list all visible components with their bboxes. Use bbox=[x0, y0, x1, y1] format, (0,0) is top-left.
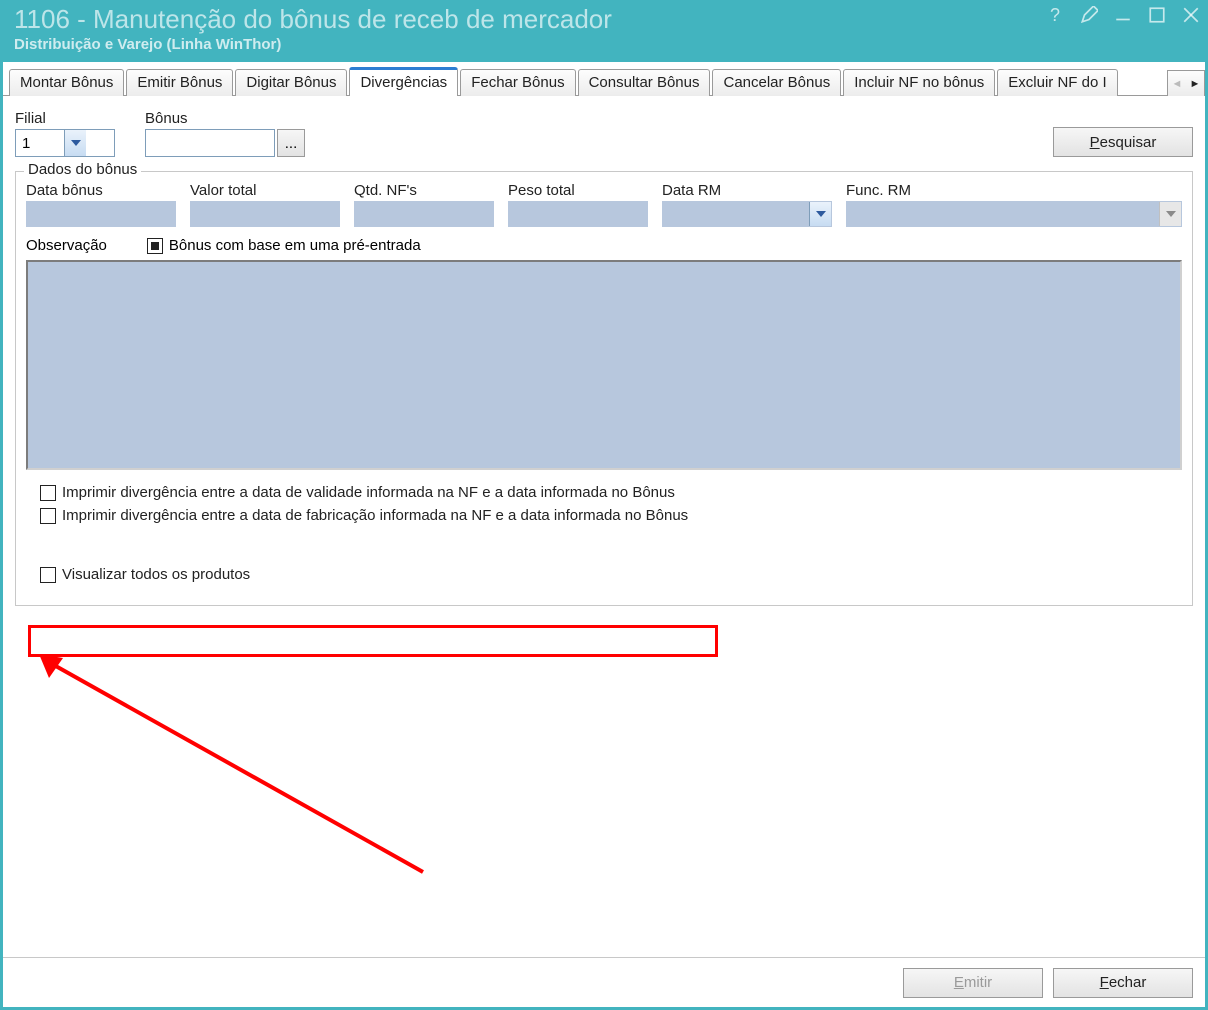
bonus-label: Bônus bbox=[145, 110, 315, 127]
pre-entrada-checkbox[interactable]: Bônus com base em uma pré-entrada bbox=[147, 237, 421, 254]
func-rm-label: Func. RM bbox=[846, 182, 1182, 199]
vis-todos-checkbox[interactable] bbox=[40, 567, 56, 583]
emitir-button[interactable]: Emitir bbox=[903, 968, 1043, 998]
data-rm-label: Data RM bbox=[662, 182, 832, 199]
tab-cancelar-bonus[interactable]: Cancelar Bônus bbox=[712, 69, 841, 96]
filial-label: Filial bbox=[15, 110, 115, 127]
annotation-highlight-box bbox=[28, 625, 718, 657]
tab-incluir-nf-bonus[interactable]: Incluir NF no bônus bbox=[843, 69, 995, 96]
valor-total-field bbox=[190, 201, 340, 227]
tab-montar-bonus[interactable]: Montar Bônus bbox=[9, 69, 124, 96]
valor-total-label: Valor total bbox=[190, 182, 340, 199]
data-bonus-label: Data bônus bbox=[26, 182, 176, 199]
tab-excluir-nf-bonus[interactable]: Excluir NF do I bbox=[997, 69, 1117, 96]
vis-todos-label: Visualizar todos os produtos bbox=[62, 566, 250, 583]
func-rm-combo[interactable] bbox=[846, 201, 1182, 227]
div-validade-label: Imprimir divergência entre a data de val… bbox=[62, 484, 675, 501]
titlebar: 1106 - Manutenção do bônus de receb de m… bbox=[0, 0, 1208, 62]
dados-bonus-group: Dados do bônus Data bônus Valor total Qt… bbox=[15, 171, 1193, 606]
data-rm-combo[interactable] bbox=[662, 201, 832, 227]
filial-dropdown-icon[interactable] bbox=[64, 130, 86, 156]
tab-emitir-bonus[interactable]: Emitir Bônus bbox=[126, 69, 233, 96]
bonus-input[interactable] bbox=[145, 129, 275, 157]
tab-divergencias[interactable]: Divergências bbox=[349, 67, 458, 96]
qtd-nfs-field bbox=[354, 201, 494, 227]
qtd-nfs-label: Qtd. NF's bbox=[354, 182, 494, 199]
peso-total-field bbox=[508, 201, 648, 227]
tab-scroll-left-icon[interactable]: ◄ bbox=[1168, 71, 1186, 96]
tab-fechar-bonus[interactable]: Fechar Bônus bbox=[460, 69, 575, 96]
tab-scroll: ◄ ► bbox=[1167, 70, 1205, 96]
minimize-icon[interactable] bbox=[1114, 6, 1132, 24]
pre-entrada-label: Bônus com base em uma pré-entrada bbox=[169, 237, 421, 254]
tab-digitar-bonus[interactable]: Digitar Bônus bbox=[235, 69, 347, 96]
div-fabricacao-label: Imprimir divergência entre a data de fab… bbox=[62, 507, 688, 524]
window-subtitle: Distribuição e Varejo (Linha WinThor) bbox=[14, 36, 1198, 53]
filial-input[interactable] bbox=[16, 130, 64, 156]
close-icon[interactable] bbox=[1182, 6, 1200, 24]
data-rm-dropdown-icon[interactable] bbox=[809, 202, 831, 226]
filial-combo[interactable] bbox=[15, 129, 115, 157]
tab-consultar-bonus[interactable]: Consultar Bônus bbox=[578, 69, 711, 96]
footer-bar: Emitir Fechar bbox=[3, 957, 1205, 1007]
observacao-textarea[interactable] bbox=[26, 260, 1182, 470]
pre-entrada-checkbox-icon bbox=[147, 238, 163, 254]
div-fabricacao-checkbox[interactable] bbox=[40, 508, 56, 524]
observacao-label: Observação bbox=[26, 237, 107, 254]
window-title: 1106 - Manutenção do bônus de receb de m… bbox=[14, 4, 1198, 34]
maximize-icon[interactable] bbox=[1148, 6, 1166, 24]
bonus-browse-button[interactable]: ... bbox=[277, 129, 305, 157]
data-bonus-field bbox=[26, 201, 176, 227]
tab-scroll-right-icon[interactable]: ► bbox=[1186, 71, 1204, 96]
fechar-button[interactable]: Fechar bbox=[1053, 968, 1193, 998]
annotation-arrow-icon bbox=[35, 654, 455, 894]
func-rm-dropdown-icon[interactable] bbox=[1159, 202, 1181, 226]
peso-total-label: Peso total bbox=[508, 182, 648, 199]
search-button[interactable]: Pesquisar bbox=[1053, 127, 1193, 157]
help-icon[interactable]: ? bbox=[1046, 6, 1064, 24]
dados-bonus-legend: Dados do bônus bbox=[24, 161, 141, 178]
edit-icon[interactable] bbox=[1080, 6, 1098, 24]
tabstrip: Montar Bônus Emitir Bônus Digitar Bônus … bbox=[3, 62, 1205, 96]
div-validade-checkbox[interactable] bbox=[40, 485, 56, 501]
